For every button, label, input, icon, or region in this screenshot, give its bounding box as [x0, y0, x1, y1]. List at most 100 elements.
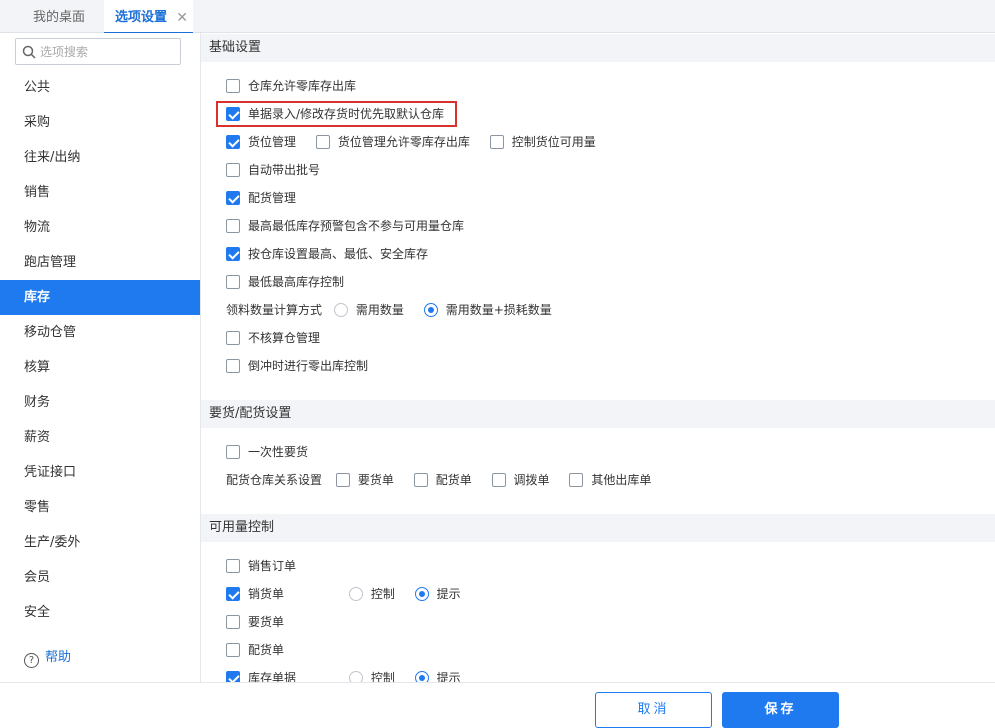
sidebar-item-finance[interactable]: 财务 [0, 385, 200, 420]
option-label: 配货单 [435, 473, 472, 487]
checkbox[interactable] [226, 275, 240, 289]
option-zero-stock-out[interactable]: 仓库允许零库存出库 [226, 76, 356, 96]
option-rel-demand-order[interactable]: 要货单 [335, 470, 394, 490]
sidebar: 公共 采购 往来/出纳 销售 物流 跑店管理 库存 移动仓管 核算 财务 薪资 … [0, 33, 201, 682]
option-one-time-demand[interactable]: 一次性要货 [226, 442, 308, 462]
sidebar-item-production[interactable]: 生产/委外 [0, 525, 200, 560]
search-box [15, 38, 181, 65]
sidebar-item-public[interactable]: 公共 [0, 70, 200, 105]
sidebar-item-mobile-warehouse[interactable]: 移动仓管 [0, 315, 200, 350]
radio-selected[interactable] [414, 671, 429, 682]
checkbox[interactable] [226, 559, 240, 573]
option-label: 一次性要货 [248, 445, 309, 459]
cancel-button[interactable]: 取消 [595, 692, 712, 728]
option-label: 配货单 [248, 643, 285, 657]
radio-hint[interactable]: 提示 [414, 584, 461, 604]
option-location-management: 货位管理 货位管理允许零库存出库 控制货位可用量 [226, 132, 612, 152]
option-inventory-docs-check[interactable]: 库存单据 [226, 668, 345, 682]
radio-label: 提示 [436, 671, 461, 682]
radio-hint-2[interactable]: 提示 [414, 668, 461, 682]
radio-label: 提示 [436, 587, 461, 601]
option-label: 自动带出批号 [248, 163, 321, 177]
option-location[interactable]: 货位管理 [226, 132, 296, 152]
sidebar-item-payroll[interactable]: 薪资 [0, 420, 200, 455]
option-stock-warning[interactable]: 最高最低库存预警包含不参与可用量仓库 [226, 216, 464, 236]
checkbox[interactable] [226, 643, 240, 657]
option-no-accounting-warehouse[interactable]: 不核算仓管理 [226, 328, 320, 348]
option-distribution-order[interactable]: 配货单 [226, 640, 284, 660]
calc-method-label: 领料数量计算方式 [226, 303, 323, 317]
radio-selected[interactable] [414, 587, 429, 601]
option-stock-control[interactable]: 最低最高库存控制 [226, 272, 344, 292]
radio[interactable] [333, 303, 348, 317]
tab-options[interactable]: 选项设置 ✕ [104, 0, 194, 36]
radio-control-2[interactable]: 控制 [348, 668, 395, 682]
checkbox[interactable] [315, 135, 330, 149]
search-icon [22, 45, 36, 59]
checkbox[interactable] [226, 615, 240, 629]
option-rel-distribution-order[interactable]: 配货单 [413, 470, 472, 490]
option-distribution[interactable]: 配货管理 [226, 188, 296, 208]
sidebar-item-sales[interactable]: 销售 [0, 175, 200, 210]
sidebar-item-member[interactable]: 会员 [0, 560, 200, 595]
sidebar-item-security[interactable]: 安全 [0, 595, 200, 630]
option-auto-batch[interactable]: 自动带出批号 [226, 160, 320, 180]
option-label: 最低最高库存控制 [248, 275, 345, 289]
radio-required-qty[interactable]: 需用数量 [333, 300, 404, 320]
option-label: 货位管理 [248, 135, 297, 149]
sidebar-item-costing[interactable]: 核算 [0, 350, 200, 385]
checkbox[interactable] [491, 473, 506, 487]
sidebar-item-retail[interactable]: 零售 [0, 490, 200, 525]
option-label: 货位管理允许零库存出库 [337, 135, 470, 149]
checkbox-checked[interactable] [226, 671, 240, 682]
radio-control[interactable]: 控制 [348, 584, 395, 604]
option-warehouse-limits[interactable]: 按仓库设置最高、最低、安全库存 [226, 244, 428, 264]
checkbox[interactable] [489, 135, 504, 149]
sidebar-item-accounts[interactable]: 往来/出纳 [0, 140, 200, 175]
checkbox-checked[interactable] [226, 135, 240, 149]
sidebar-item-logistics[interactable]: 物流 [0, 210, 200, 245]
option-rel-other-out[interactable]: 其他出库单 [569, 470, 651, 490]
sidebar-item-voucher-interface[interactable]: 凭证接口 [0, 455, 200, 490]
checkbox[interactable] [226, 445, 240, 459]
sidebar-item-inventory[interactable]: 库存 [0, 280, 200, 315]
radio-required-loss-qty[interactable]: 需用数量+损耗数量 [423, 300, 552, 320]
checkbox-checked[interactable] [226, 587, 240, 601]
radio[interactable] [348, 671, 363, 682]
option-label: 库存单据 [248, 671, 297, 682]
close-icon[interactable]: ✕ [176, 0, 188, 36]
radio-selected[interactable] [423, 303, 438, 317]
sidebar-item-purchase[interactable]: 采购 [0, 105, 200, 140]
checkbox-checked[interactable] [226, 247, 240, 261]
checkbox[interactable] [413, 473, 428, 487]
tab-my-desktop[interactable]: 我的桌面 [33, 0, 85, 33]
help-link[interactable]: ? 帮助 [24, 649, 71, 668]
checkbox[interactable] [226, 163, 240, 177]
checkbox-checked[interactable] [226, 191, 240, 205]
highlight-box [216, 101, 457, 127]
sidebar-item-store-visit[interactable]: 跑店管理 [0, 245, 200, 280]
option-label: 要货单 [248, 615, 285, 629]
checkbox[interactable] [226, 79, 240, 93]
option-sales-order[interactable]: 销售订单 [226, 556, 296, 576]
checkbox[interactable] [226, 331, 240, 345]
checkbox[interactable] [335, 473, 350, 487]
radio[interactable] [348, 587, 363, 601]
checkbox[interactable] [226, 359, 240, 373]
option-location-available[interactable]: 控制货位可用量 [489, 132, 596, 152]
option-rel-transfer-order[interactable]: 调拨单 [491, 470, 550, 490]
option-backflush-zero-out[interactable]: 倒冲时进行零出库控制 [226, 356, 368, 376]
search-input[interactable] [40, 42, 175, 61]
checkbox[interactable] [569, 473, 584, 487]
option-warehouse-relation: 配货仓库关系设置 要货单 配货单 调拨单 其他出库单 [226, 470, 667, 490]
checkbox[interactable] [226, 219, 240, 233]
option-sales-delivery-check[interactable]: 销货单 [226, 584, 345, 604]
option-demand-order[interactable]: 要货单 [226, 612, 284, 632]
option-label: 不核算仓管理 [248, 331, 321, 345]
save-button[interactable]: 保存 [722, 692, 839, 728]
radio-label: 控制 [370, 671, 395, 682]
settings-panel: 基础设置 仓库允许零库存出库 单据录入/修改存货时优先取默认仓库 货位管理 货位… [201, 33, 995, 682]
radio-label: 需用数量+损耗数量 [445, 303, 552, 317]
option-label: 销售订单 [248, 559, 297, 573]
option-location-zero-stock[interactable]: 货位管理允许零库存出库 [315, 132, 470, 152]
